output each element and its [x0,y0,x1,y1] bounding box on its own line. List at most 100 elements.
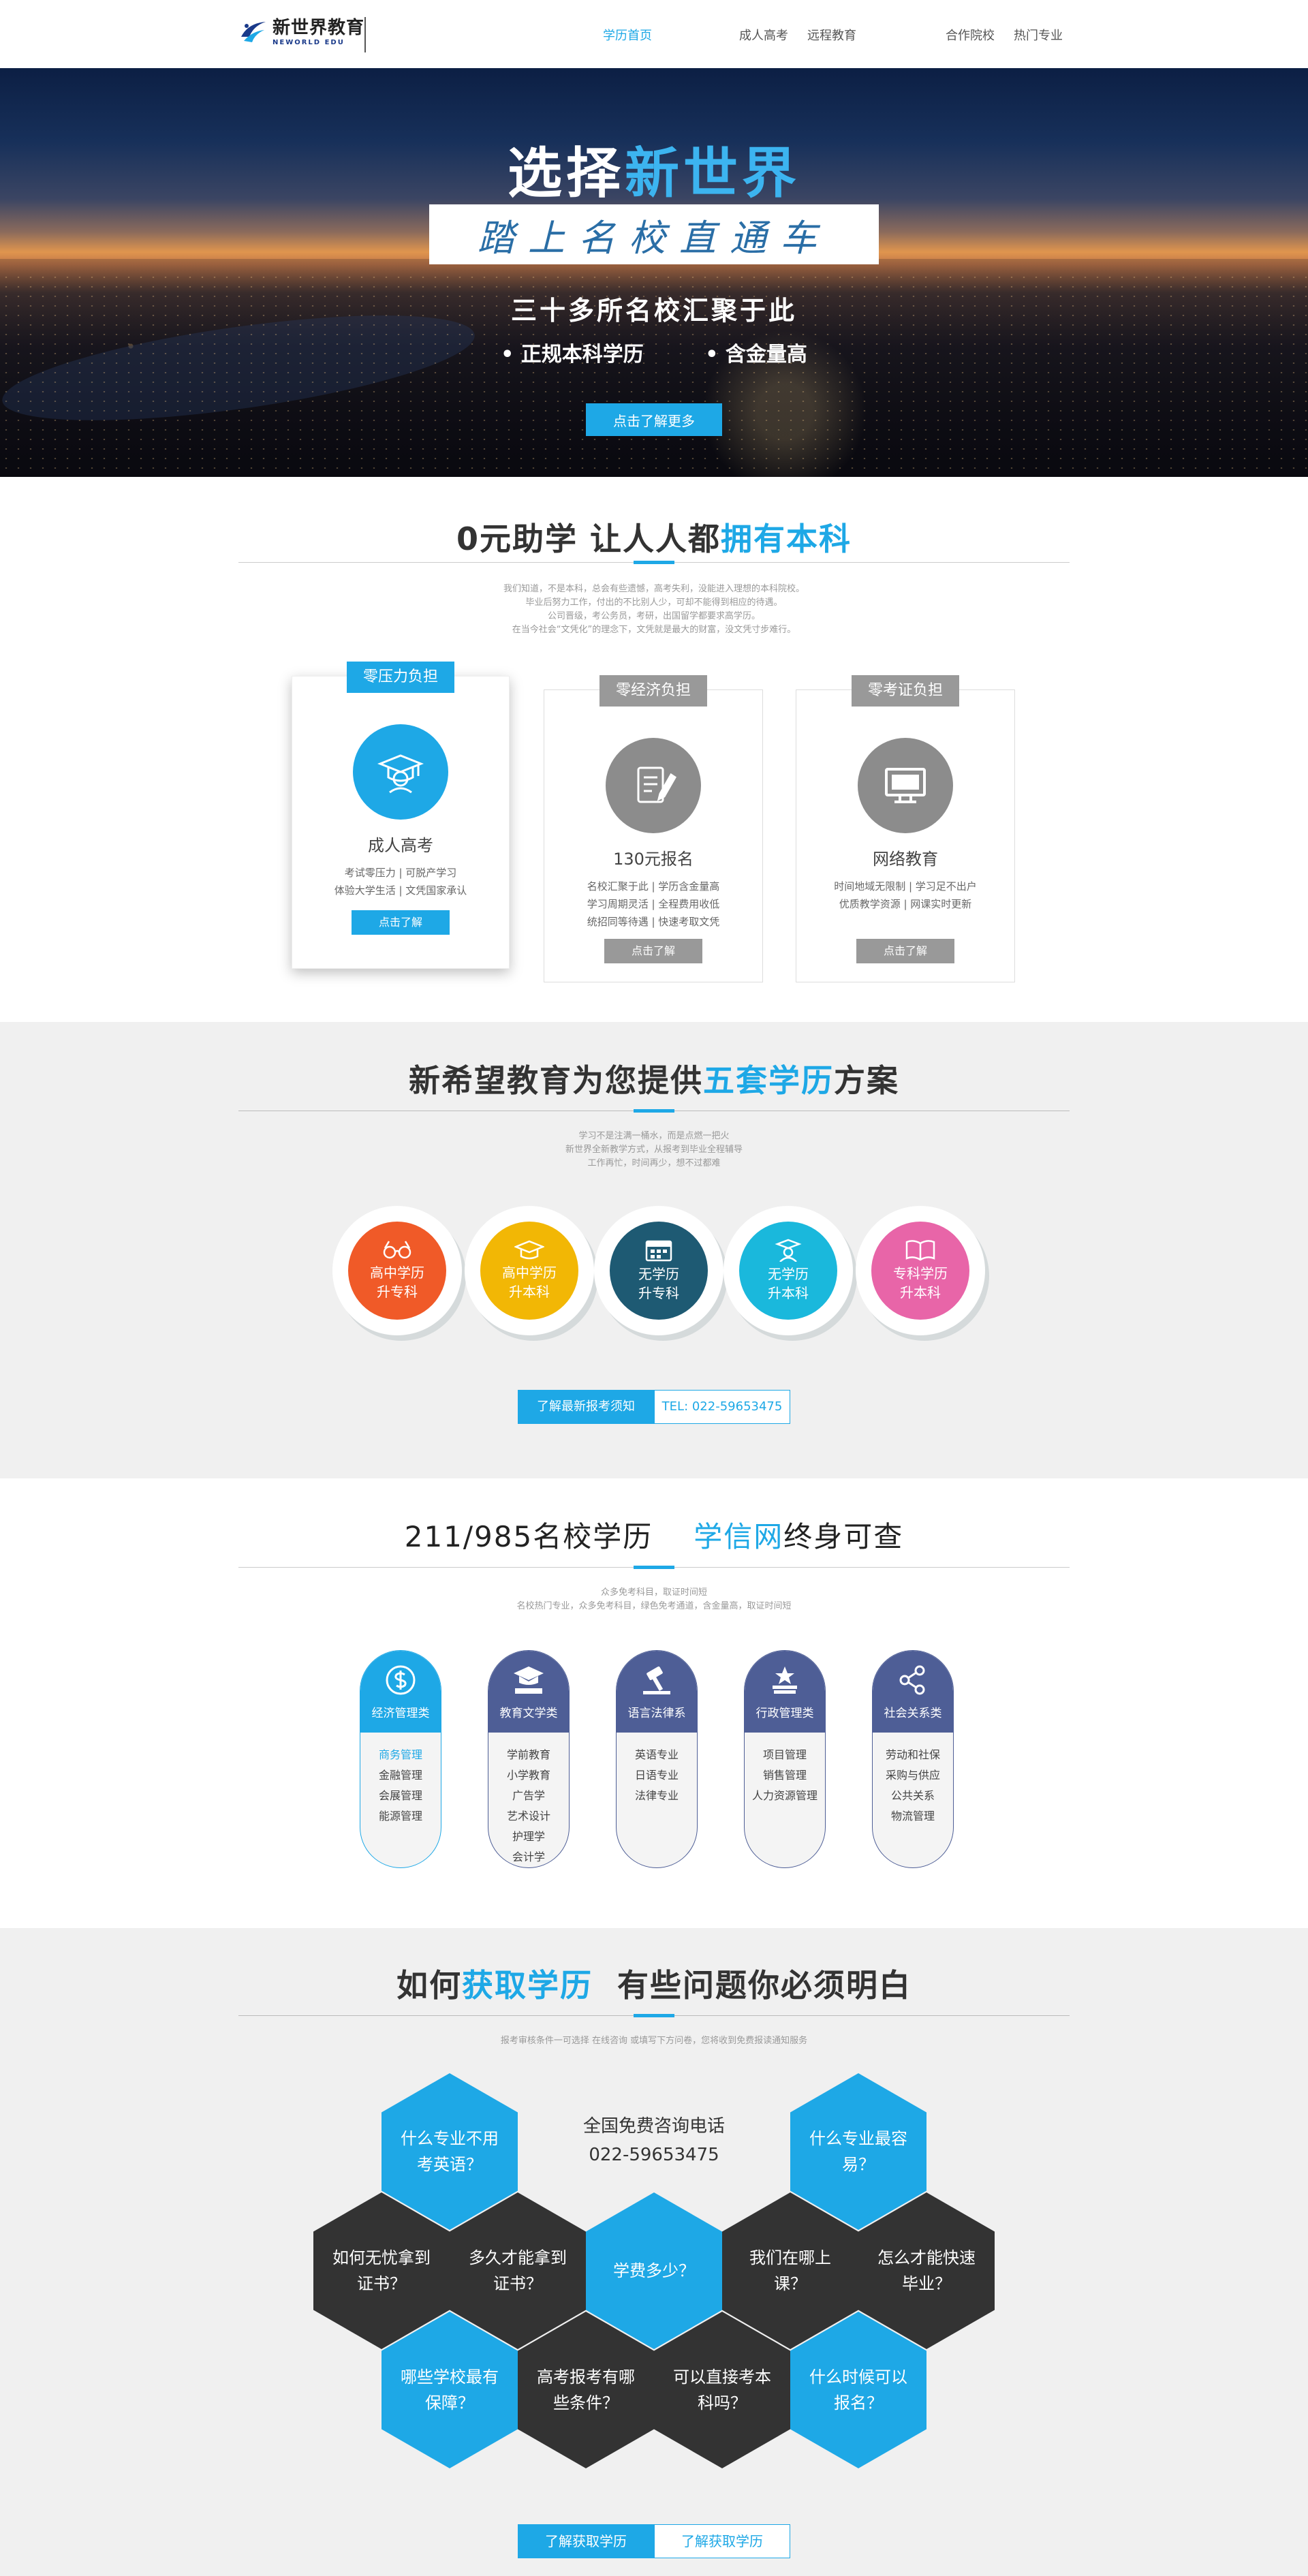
section-divider [238,2014,1070,2017]
document-pen-icon [606,738,701,833]
card-description: 考试零压力 | 可脱产学习 体验大学生活 | 文凭国家承认 [334,867,467,897]
plan-label: 无学历 [768,1266,809,1282]
major-item[interactable]: 护理学 [488,1827,569,1847]
major-education[interactable]: 教育文学类 学前教育 小学教育 广告学 艺术设计 护理学 会计学 [488,1650,570,1868]
section-title: 211/985名校学历 学信网终身可查 [404,1520,904,1553]
major-item[interactable]: 物流管理 [873,1806,953,1827]
card-tag: 零压力负担 [346,662,455,693]
major-item[interactable]: 能源管理 [360,1806,441,1827]
exam-notice-button[interactable]: 了解最新报考须知 [518,1390,654,1424]
plan-label: 高中学历 [502,1264,557,1281]
major-social-relations[interactable]: 社会关系类 劳动和社保 采购与供应 公共关系 物流管理 [872,1650,954,1868]
calendar-icon [645,1240,672,1262]
major-item[interactable]: 劳动和社保 [873,1745,953,1765]
major-item[interactable]: 采购与供应 [873,1765,953,1786]
nav-distance-edu[interactable]: 远程教育 [807,26,856,44]
card-learn-button[interactable]: 点击了解 [856,939,954,963]
monitor-icon [858,738,953,833]
hero-subtitle: 三十多所名校汇聚于此 [510,296,797,326]
card-adult-exam: 零压力负担 成人高考 考试零压力 | 可脱产学习 体验大学生活 | 文凭国家承认… [292,662,510,969]
major-item[interactable]: 日语专业 [617,1765,697,1786]
student-icon [775,1239,802,1262]
gavel-icon [643,1666,670,1694]
card-tag: 零经济负担 [599,675,708,707]
book-icon [905,1240,935,1261]
section-title: 如何获取学历 有些问题你必须明白 [396,1967,912,2004]
section-description: 学习不是注满一桶水，而是点燃一把火 新世界全新教学方式，从报考到毕业全程辅导 工… [565,1131,743,1168]
section-description: 报考审核条件一可选择 在线咨询 或填写下方问卷，您将收到免费报读通知服务 [500,2036,808,2046]
learn-degree-button[interactable]: 了解获取学历 [518,2524,654,2558]
plan-label: 无学历 [638,1266,679,1282]
major-item[interactable]: 销售管理 [745,1765,825,1786]
glasses-icon [383,1241,411,1259]
stacked-books-icon [773,1666,797,1694]
major-item[interactable]: 公共关系 [873,1786,953,1806]
plan-high-to-junior[interactable]: 高中学历 升专科 [332,1206,462,1335]
nav-partner-schools[interactable]: 合作院校 [946,26,995,44]
logo-chinese-text: 新世界教育 [272,17,365,38]
major-item[interactable]: 广告学 [488,1786,569,1806]
nav-adult-exam[interactable]: 成人高考 [739,26,788,44]
faq-section: 如何获取学历 有些问题你必须明白 报考审核条件一可选择 在线咨询 或填写下方问卷… [0,1928,1308,2576]
major-list: 商务管理 金融管理 会展管理 能源管理 [360,1745,441,1827]
card-tag: 零考证负担 [851,675,960,707]
plan-label: 专科学历 [893,1265,948,1282]
major-economics[interactable]: 经济管理类 商务管理 金融管理 会展管理 能源管理 [360,1650,441,1868]
share-network-icon [899,1665,925,1694]
major-head: 语言法律系 [627,1706,686,1720]
logo-divider [364,17,366,52]
major-item[interactable]: 会展管理 [360,1786,441,1806]
major-item[interactable]: 法律专业 [617,1786,697,1806]
major-item[interactable]: 人力资源管理 [745,1786,825,1806]
section-description: 我们知道，不是本科，总会有些遗憾，高考失利，没能进入理想的本科院校。 毕业后努力… [503,584,805,635]
major-list: 劳动和社保 采购与供应 公共关系 物流管理 [873,1745,953,1827]
section-divider [238,1566,1070,1569]
card-learn-button[interactable]: 点击了解 [351,910,450,935]
major-item[interactable]: 艺术设计 [488,1806,569,1827]
major-item[interactable]: 项目管理 [745,1745,825,1765]
major-head: 行政管理类 [756,1706,814,1720]
hero-bullet: • 含金量高 [705,343,807,367]
hero-bullets: • 正规本科学历 • 含金量高 [0,337,1308,367]
major-item[interactable]: 商务管理 [360,1745,441,1765]
major-head: 教育文学类 [499,1706,558,1720]
plan-high-to-bachelor[interactable]: 高中学历 升本科 [465,1206,594,1335]
major-list: 学前教育 小学教育 广告学 艺术设计 护理学 会计学 [488,1745,569,1867]
learn-more-button[interactable]: 点击了解更多 [586,403,722,436]
top-header: 新世界教育 NEWORLD EDU 学历首页 成人高考 远程教育 合作院校 热门… [0,0,1308,68]
site-logo[interactable]: 新世界教育 NEWORLD EDU [238,16,364,46]
plan-none-to-junior[interactable]: 无学历 升专科 [594,1206,723,1335]
major-language-law[interactable]: 语言法律系 英语专业 日语专业 法律专业 [616,1650,698,1868]
phone-number-button[interactable]: TEL: 022-59653475 [654,1390,790,1424]
major-item[interactable]: 小学教育 [488,1765,569,1786]
section-description: 众多免考科目，取证时间短 名校热门专业，众多免考科目，绿色免考通道，含金量高，取… [516,1587,792,1611]
major-item[interactable]: 英语专业 [617,1745,697,1765]
major-head: 社会关系类 [884,1706,942,1720]
plan-label: 升本科 [900,1284,941,1301]
money-icon [386,1665,416,1694]
major-head: 经济管理类 [371,1706,430,1720]
hotline-number: 022-59653475 [589,2145,719,2165]
nav-hot-majors[interactable]: 热门专业 [1014,26,1063,44]
card-name: 成人高考 [368,836,433,855]
five-plans-section: 新希望教育为您提供五套学历方案 学习不是注满一桶水，而是点燃一把火 新世界全新教… [0,1022,1308,1478]
cap-book-icon [514,1666,544,1694]
hotline-label: 全国免费咨询电话 [582,2116,725,2137]
hotline-box: 全国免费咨询电话 022-59653475 [565,2112,743,2169]
plan-none-to-bachelor[interactable]: 无学历 升本科 [723,1206,853,1335]
zero-cost-section: 0元助学 让人人都拥有本科 我们知道，不是本科，总会有些遗憾，高考失利，没能进入… [0,477,1308,1022]
major-item[interactable]: 会计学 [488,1847,569,1867]
learn-degree-button-alt[interactable]: 了解获取学历 [654,2524,790,2558]
plan-label: 升专科 [377,1284,418,1300]
card-130-enroll: 零经济负担 130元报名 名校汇聚于此 | 学历含金量高 学习周期灵活 | 全程… [544,675,763,982]
hero-slogan-box: 踏上名校直通车 [429,204,879,264]
major-item[interactable]: 金融管理 [360,1765,441,1786]
card-learn-button[interactable]: 点击了解 [604,939,702,963]
major-administration[interactable]: 行政管理类 项目管理 销售管理 人力资源管理 [744,1650,826,1868]
major-item[interactable]: 学前教育 [488,1745,569,1765]
section-title: 0元助学 让人人都拥有本科 [456,521,852,557]
majors-section: 211/985名校学历 学信网终身可查 众多免考科目，取证时间短 名校热门专业，众… [0,1478,1308,1928]
plan-junior-to-bachelor[interactable]: 专科学历 升本科 [856,1206,985,1335]
card-description: 时间地域无限制 | 学习足不出户 优质教学资源 | 网课实时更新 [834,880,977,910]
nav-home[interactable]: 学历首页 [603,26,652,44]
